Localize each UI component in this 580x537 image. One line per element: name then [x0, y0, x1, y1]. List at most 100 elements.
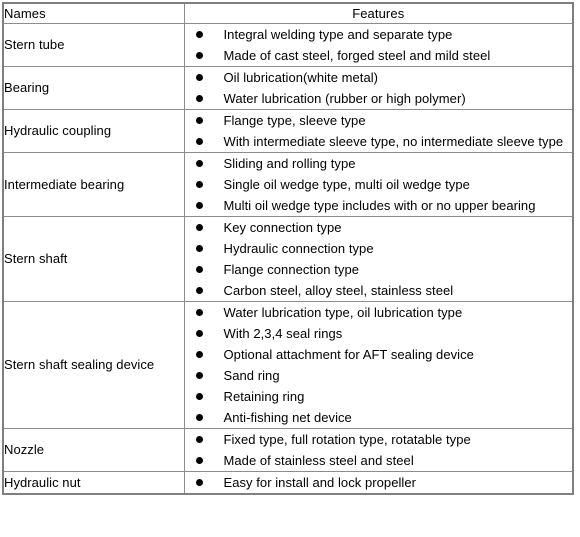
- feature-list-item: Multi oil wedge type includes with or no…: [185, 195, 573, 216]
- table-row: Hydraulic coupling Flange type, sleeve ty…: [2, 109, 574, 153]
- row-features-cell: Oil lubrication(white metal) Water lubric…: [183, 66, 574, 110]
- feature-text: Carbon steel, alloy steel, stainless ste…: [223, 283, 454, 298]
- feature-list: Flange type, sleeve type With intermediat…: [185, 110, 573, 152]
- bullet-icon: [195, 344, 205, 365]
- row-name-cell: Stern shaft sealing device: [2, 301, 185, 429]
- feature-list: Oil lubrication(white metal) Water lubric…: [185, 67, 573, 109]
- feature-text: Flange type, sleeve type: [223, 113, 366, 128]
- feature-text: Oil lubrication(white metal): [223, 70, 379, 85]
- bullet-icon: [195, 386, 205, 407]
- bullet-icon: [195, 88, 205, 109]
- bullet-icon: [195, 217, 205, 238]
- bullet-icon: [195, 259, 205, 280]
- row-features-cell: Easy for install and lock propeller: [183, 471, 574, 495]
- feature-text: Easy for install and lock propeller: [223, 475, 417, 490]
- feature-text: Water lubrication type, oil lubrication …: [223, 305, 463, 320]
- table-row: Bearing Oil lubrication(white metal) Water…: [2, 66, 574, 110]
- bullet-icon: [195, 323, 205, 344]
- row-features-cell: Integral welding type and separate type M…: [183, 23, 574, 67]
- bullet-icon: [195, 45, 205, 66]
- feature-list-item: Anti-fishing net device: [185, 407, 573, 428]
- bullet-icon: [195, 174, 205, 195]
- feature-text: Fixed type, full rotation type, rotatabl…: [223, 432, 471, 447]
- bullet-icon: [195, 429, 205, 450]
- table-row: Stern tube Integral welding type and sepa…: [2, 23, 574, 67]
- feature-text: With intermediate sleeve type, no interm…: [223, 134, 564, 149]
- feature-text: Single oil wedge type, multi oil wedge t…: [223, 177, 470, 192]
- row-features-cell: Water lubrication type, oil lubrication …: [183, 301, 574, 429]
- feature-list: Easy for install and lock propeller: [185, 472, 573, 493]
- feature-text: Sliding and rolling type: [223, 156, 356, 171]
- column-header-names: Names: [2, 2, 185, 24]
- row-name-cell: Bearing: [2, 66, 185, 110]
- feature-list-item: Easy for install and lock propeller: [185, 472, 573, 493]
- bullet-icon: [195, 280, 205, 301]
- feature-list: Sliding and rolling type Single oil wedge…: [185, 153, 573, 216]
- feature-list-item: Sand ring: [185, 365, 573, 386]
- feature-list-item: Key connection type: [185, 217, 573, 238]
- table-row: Intermediate bearing Sliding and rolling …: [2, 152, 574, 217]
- feature-text: Flange connection type: [223, 262, 360, 277]
- table-header: Names Features: [2, 2, 574, 24]
- row-features-cell: Fixed type, full rotation type, rotatabl…: [183, 428, 574, 472]
- row-features-cell: Key connection type Hydraulic connection …: [183, 216, 574, 302]
- feature-list-item: Oil lubrication(white metal): [185, 67, 573, 88]
- row-name-cell: Nozzle: [2, 428, 185, 472]
- table-body: Stern tube Integral welding type and sepa…: [2, 23, 574, 495]
- specification-table: Names Features Stern tube Integral weldin…: [2, 2, 574, 495]
- bullet-icon: [195, 153, 205, 174]
- feature-text: Key connection type: [223, 220, 342, 235]
- feature-text: Anti-fishing net device: [223, 410, 352, 425]
- column-header-features: Features: [183, 2, 574, 24]
- feature-list-item: With intermediate sleeve type, no interm…: [185, 131, 573, 152]
- bullet-icon: [195, 407, 205, 428]
- bullet-icon: [195, 195, 205, 216]
- feature-list-item: Made of cast steel, forged steel and mil…: [185, 45, 573, 66]
- row-name-cell: Hydraulic coupling: [2, 109, 185, 153]
- feature-list-item: Flange connection type: [185, 259, 573, 280]
- feature-list-item: Single oil wedge type, multi oil wedge t…: [185, 174, 573, 195]
- feature-list-item: Hydraulic connection type: [185, 238, 573, 259]
- bullet-icon: [195, 131, 205, 152]
- bullet-icon: [195, 238, 205, 259]
- table-row: Stern shaft Key connection type Hydraulic …: [2, 216, 574, 302]
- feature-text: Hydraulic connection type: [223, 241, 374, 256]
- feature-text: Retaining ring: [223, 389, 305, 404]
- row-name-cell: Stern shaft: [2, 216, 185, 302]
- feature-text: Integral welding type and separate type: [223, 27, 453, 42]
- bullet-icon: [195, 302, 205, 323]
- feature-text: Water lubrication (rubber or high polyme…: [223, 91, 466, 106]
- bullet-icon: [195, 450, 205, 471]
- table-row: Stern shaft sealing device Water lubricat…: [2, 301, 574, 429]
- feature-list-item: Water lubrication type, oil lubrication …: [185, 302, 573, 323]
- row-name-cell: Stern tube: [2, 23, 185, 67]
- table-row: Hydraulic nut Easy for install and lock p…: [2, 471, 574, 495]
- feature-list: Fixed type, full rotation type, rotatabl…: [185, 429, 573, 471]
- row-features-cell: Sliding and rolling type Single oil wedge…: [183, 152, 574, 217]
- feature-text: With 2,3,4 seal rings: [223, 326, 343, 341]
- feature-list-item: Carbon steel, alloy steel, stainless ste…: [185, 280, 573, 301]
- feature-list-item: Made of stainless steel and steel: [185, 450, 573, 471]
- bullet-icon: [195, 67, 205, 88]
- feature-list-item: Flange type, sleeve type: [185, 110, 573, 131]
- row-name-cell: Hydraulic nut: [2, 471, 185, 495]
- feature-list: Water lubrication type, oil lubrication …: [185, 302, 573, 428]
- row-name-cell: Intermediate bearing: [2, 152, 185, 217]
- row-features-cell: Flange type, sleeve type With intermediat…: [183, 109, 574, 153]
- feature-list-item: Retaining ring: [185, 386, 573, 407]
- page-container: Names Features Stern tube Integral weldin…: [0, 0, 580, 537]
- bullet-icon: [195, 365, 205, 386]
- table-row: Nozzle Fixed type, full rotation type, ro…: [2, 428, 574, 472]
- feature-text: Made of cast steel, forged steel and mil…: [223, 48, 491, 63]
- feature-list: Key connection type Hydraulic connection …: [185, 217, 573, 301]
- bullet-icon: [195, 110, 205, 131]
- feature-list-item: With 2,3,4 seal rings: [185, 323, 573, 344]
- feature-list-item: Water lubrication (rubber or high polyme…: [185, 88, 573, 109]
- feature-list-item: Optional attachment for AFT sealing devi…: [185, 344, 573, 365]
- bullet-icon: [195, 24, 205, 45]
- feature-text: Optional attachment for AFT sealing devi…: [223, 347, 474, 362]
- feature-list-item: Fixed type, full rotation type, rotatabl…: [185, 429, 573, 450]
- bullet-icon: [195, 472, 205, 493]
- feature-text: Sand ring: [223, 368, 280, 383]
- feature-list-item: Sliding and rolling type: [185, 153, 573, 174]
